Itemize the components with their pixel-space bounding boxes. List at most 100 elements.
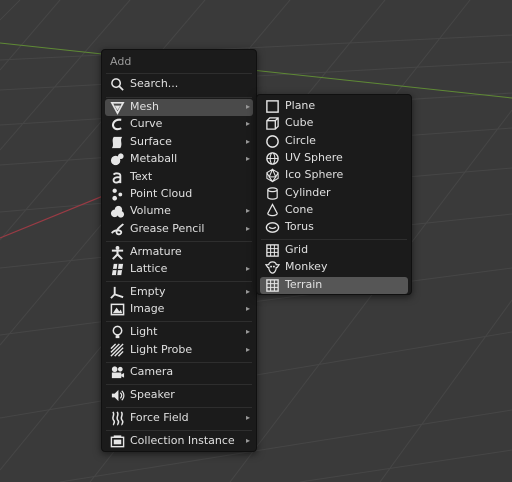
- separator: [106, 97, 252, 98]
- menu-item-label: Cube: [285, 116, 314, 129]
- torus-icon: [265, 220, 280, 235]
- menu-item-label: Image: [130, 302, 165, 315]
- separator: [106, 321, 252, 322]
- armature-icon: [110, 245, 125, 260]
- menu-item-label: Cone: [285, 203, 314, 216]
- submenu-arrow-icon: ▸: [245, 224, 250, 233]
- separator: [106, 430, 252, 431]
- mesh-item-torus[interactable]: Torus: [260, 219, 408, 236]
- light-probe-icon: [110, 343, 125, 358]
- text-icon: [110, 170, 125, 185]
- menu-item-image[interactable]: Image ▸: [105, 301, 253, 318]
- empty-icon: [110, 285, 125, 300]
- grease-pencil-icon: [110, 222, 125, 237]
- force-field-icon: [110, 411, 125, 426]
- search-label: Search...: [130, 77, 179, 90]
- menu-item-light[interactable]: Light ▸: [105, 324, 253, 341]
- menu-item-label: Lattice: [130, 262, 168, 275]
- curve-icon: [110, 117, 125, 132]
- submenu-arrow-icon: ▸: [245, 304, 250, 313]
- menu-item-label: Ico Sphere: [285, 168, 344, 181]
- menu-item-label: Circle: [285, 134, 316, 147]
- submenu-arrow-icon: ▸: [245, 327, 250, 336]
- mesh-item-terrain[interactable]: Terrain: [260, 277, 408, 294]
- menu-item-label: Grease Pencil: [130, 222, 205, 235]
- speaker-icon: [110, 388, 125, 403]
- menu-item-label: Grid: [285, 243, 309, 256]
- menu-item-curve[interactable]: Curve ▸: [105, 116, 253, 133]
- menu-item-label: Curve: [130, 117, 163, 130]
- volume-icon: [110, 204, 125, 219]
- search-icon: [110, 77, 125, 92]
- submenu-arrow-icon: ▸: [245, 287, 250, 296]
- terrain-icon: [265, 278, 280, 293]
- mesh-item-circle[interactable]: Circle: [260, 133, 408, 150]
- mesh-item-ico-sphere[interactable]: Ico Sphere: [260, 167, 408, 184]
- menu-item-label: Armature: [130, 245, 182, 258]
- menu-item-text[interactable]: Text: [105, 169, 253, 186]
- menu-item-label: Surface: [130, 135, 172, 148]
- menu-item-surface[interactable]: Surface ▸: [105, 134, 253, 151]
- menu-item-armature[interactable]: Armature: [105, 244, 253, 261]
- mesh-item-cone[interactable]: Cone: [260, 202, 408, 219]
- menu-item-speaker[interactable]: Speaker: [105, 387, 253, 404]
- separator: [106, 407, 252, 408]
- menu-item-label: Point Cloud: [130, 187, 193, 200]
- separator: [106, 281, 252, 282]
- menu-item-label: UV Sphere: [285, 151, 343, 164]
- uv-sphere-icon: [265, 151, 280, 166]
- mesh-submenu: Plane Cube Circle UV Sphere Ico Sphere C…: [256, 94, 412, 295]
- separator: [106, 73, 252, 74]
- mesh-item-plane[interactable]: Plane: [260, 98, 408, 115]
- menu-item-label: Volume: [130, 204, 171, 217]
- circle-icon: [265, 134, 280, 149]
- mesh-icon: [110, 100, 125, 115]
- menu-item-volume[interactable]: Volume ▸: [105, 203, 253, 220]
- mesh-item-monkey[interactable]: Monkey: [260, 259, 408, 276]
- mesh-item-cylinder[interactable]: Cylinder: [260, 185, 408, 202]
- mesh-item-uv-sphere[interactable]: UV Sphere: [260, 150, 408, 167]
- grid-icon: [265, 243, 280, 258]
- menu-item-camera[interactable]: Camera: [105, 364, 253, 381]
- metaball-icon: [110, 152, 125, 167]
- menu-item-force-field[interactable]: Force Field ▸: [105, 410, 253, 427]
- mesh-item-cube[interactable]: Cube: [260, 115, 408, 132]
- add-menu: Add Search... Mesh ▸ Curve ▸ Surface ▸ M…: [101, 49, 257, 452]
- menu-item-label: Cylinder: [285, 186, 331, 199]
- image-icon: [110, 302, 125, 317]
- cone-icon: [265, 203, 280, 218]
- menu-item-label: Light: [130, 325, 158, 338]
- menu-item-point-cloud[interactable]: Point Cloud: [105, 186, 253, 203]
- menu-item-empty[interactable]: Empty ▸: [105, 284, 253, 301]
- separator: [261, 239, 407, 240]
- menu-item-label: Mesh: [130, 100, 159, 113]
- menu-item-collection-instance[interactable]: Collection Instance ▸: [105, 433, 253, 450]
- collection-instance-icon: [110, 434, 125, 449]
- menu-item-label: Plane: [285, 99, 316, 112]
- menu-item-label: Text: [130, 170, 153, 183]
- point-cloud-icon: [110, 187, 125, 202]
- menu-item-label: Terrain: [285, 278, 323, 291]
- menu-item-grease-pencil[interactable]: Grease Pencil ▸: [105, 221, 253, 238]
- monkey-icon: [265, 260, 280, 275]
- menu-item-label: Metaball: [130, 152, 178, 165]
- mesh-item-grid[interactable]: Grid: [260, 242, 408, 259]
- submenu-arrow-icon: ▸: [245, 154, 250, 163]
- submenu-arrow-icon: ▸: [245, 436, 250, 445]
- menu-item-label: Monkey: [285, 260, 328, 273]
- submenu-arrow-icon: ▸: [245, 119, 250, 128]
- menu-item-label: Torus: [285, 220, 314, 233]
- menu-item-label: Speaker: [130, 388, 175, 401]
- submenu-arrow-icon: ▸: [245, 137, 250, 146]
- plane-icon: [265, 99, 280, 114]
- menu-item-lattice[interactable]: Lattice ▸: [105, 261, 253, 278]
- submenu-arrow-icon: ▸: [245, 206, 250, 215]
- surface-icon: [110, 135, 125, 150]
- search-item[interactable]: Search...: [105, 76, 253, 93]
- menu-item-label: Light Probe: [130, 343, 193, 356]
- separator: [106, 362, 252, 363]
- menu-item-mesh[interactable]: Mesh ▸: [105, 99, 253, 116]
- menu-item-light-probe[interactable]: Light Probe ▸: [105, 342, 253, 359]
- submenu-arrow-icon: ▸: [245, 345, 250, 354]
- menu-item-metaball[interactable]: Metaball ▸: [105, 151, 253, 168]
